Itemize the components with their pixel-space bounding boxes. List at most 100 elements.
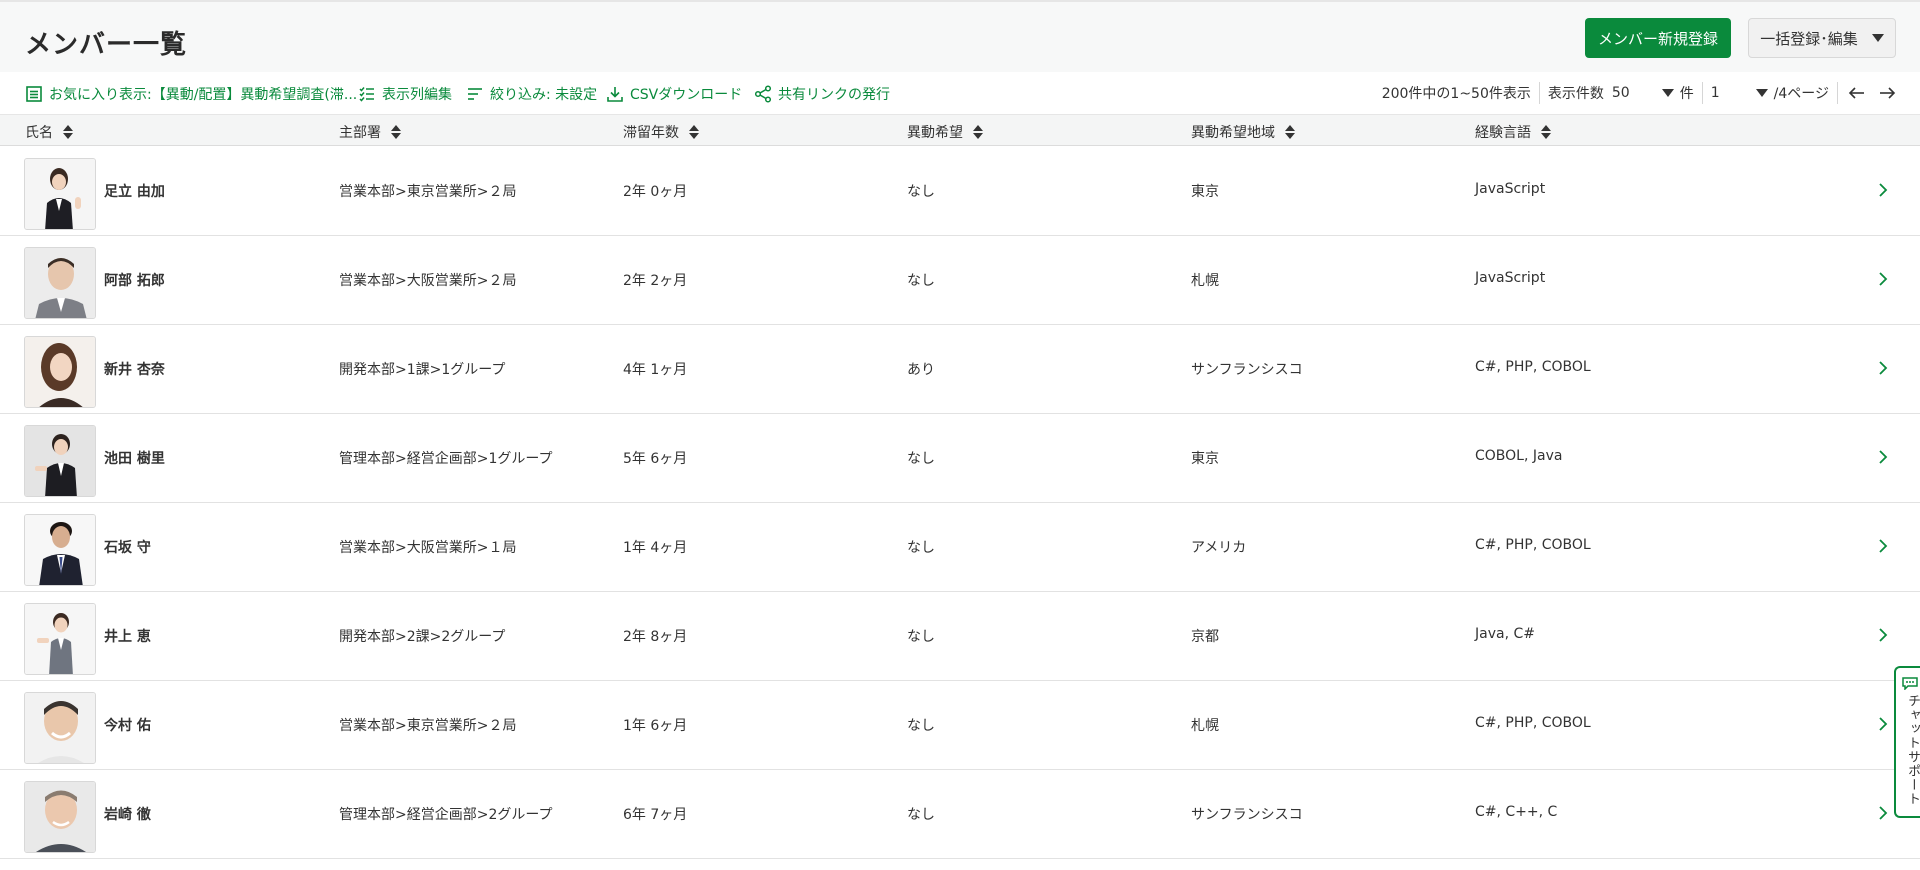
table-header: 氏名 主部署 滞留年数 異動希望 異動希望地域 経験言語 [0,114,1920,146]
column-label: 異動希望 [907,125,963,141]
caret-down-icon [1871,34,1884,42]
member-years: 5年 6ヶ月 [623,451,688,467]
member-transfer: なし [907,184,935,200]
column-label: 異動希望地域 [1191,125,1275,141]
member-area: 東京 [1191,184,1219,200]
table-row[interactable]: 新井 杏奈 開発本部>1課>1グループ 4年 1ヶ月 あり サンフランシスコ C… [0,325,1920,414]
chevron-right-icon[interactable] [1876,715,1890,733]
member-years: 4年 1ヶ月 [623,362,688,378]
avatar [24,247,96,319]
member-transfer: なし [907,807,935,823]
column-header-transfer[interactable]: 異動希望 [907,122,983,142]
member-dept: 営業本部>東京営業所>２局 [339,184,517,200]
member-dept: 管理本部>経営企画部>1グループ [339,451,553,467]
sort-icon [63,125,73,139]
member-name: 石坂 守 [104,540,151,556]
table-row[interactable]: 石坂 守 営業本部>大阪営業所>１局 1年 4ヶ月 なし アメリカ C#, PH… [0,503,1920,592]
list-toolbar: お気に入り表示:【異動/配置】異動希望調査(滞... 表示列編集 絞り込み: 未… [0,72,1920,114]
member-dept: 開発本部>2課>2グループ [339,629,506,645]
page-total: /4ページ [1773,86,1829,102]
per-page-select[interactable]: 50 件 [1612,83,1694,103]
table-row[interactable]: 今村 佑 営業本部>東京営業所>２局 1年 6ヶ月 なし 札幌 C#, PHP,… [0,681,1920,770]
member-dept: 営業本部>大阪営業所>２局 [339,273,517,289]
chevron-right-icon[interactable] [1876,448,1890,466]
filter-label: 絞り込み: 未設定 [490,87,598,103]
new-member-button[interactable]: メンバー新規登録 [1585,18,1731,58]
column-header-languages[interactable]: 経験言語 [1475,122,1551,142]
member-dept: 開発本部>1課>1グループ [339,362,506,378]
bulk-edit-dropdown[interactable]: 一括登録･編集 [1748,18,1896,58]
column-label: 滞留年数 [623,125,679,141]
page-header: メンバー一覧 メンバー新規登録 一括登録･編集 [0,0,1920,72]
chevron-right-icon[interactable] [1876,270,1890,288]
column-header-years[interactable]: 滞留年数 [623,122,699,142]
avatar [24,603,96,675]
column-header-area[interactable]: 異動希望地域 [1191,122,1295,142]
chat-support-label: チャットサポート [1905,694,1920,806]
page-select[interactable]: 1 /4ページ [1711,83,1829,103]
next-page-button[interactable] [1876,83,1898,103]
member-name: 岩崎 徹 [104,807,151,823]
member-years: 1年 4ヶ月 [623,540,688,556]
arrow-right-icon [1880,87,1896,99]
filter-link[interactable]: 絞り込み: 未設定 [466,84,597,104]
member-area: 札幌 [1191,273,1219,289]
divider [1538,82,1540,104]
member-name: 井上 恵 [104,629,151,645]
table-row[interactable]: 足立 由加 営業本部>東京営業所>２局 2年 0ヶ月 なし 東京 JavaScr… [0,147,1920,236]
chat-support-tab[interactable]: チャットサポート [1894,666,1920,818]
edit-columns-label: 表示列編集 [382,87,452,103]
sort-icon [1285,125,1295,139]
member-transfer: なし [907,718,935,734]
member-languages: C#, PHP, COBOL [1475,359,1591,375]
share-link[interactable]: 共有リンクの発行 [754,84,890,104]
member-name: 新井 杏奈 [104,362,165,378]
table-row[interactable]: 池田 樹里 管理本部>経営企画部>1グループ 5年 6ヶ月 なし 東京 COBO… [0,414,1920,503]
page-value: 1 [1710,85,1720,101]
member-area: 東京 [1191,451,1219,467]
share-label: 共有リンクの発行 [778,87,890,103]
column-header-name[interactable]: 氏名 [25,122,73,142]
avatar [24,158,96,230]
prev-page-button[interactable] [1846,83,1868,103]
favorite-view-link[interactable]: お気に入り表示:【異動/配置】異動希望調査(滞... [25,84,357,104]
column-header-dept[interactable]: 主部署 [339,122,401,142]
chevron-right-icon[interactable] [1876,359,1890,377]
member-area: サンフランシスコ [1191,362,1303,378]
member-area: 札幌 [1191,718,1219,734]
edit-columns-link[interactable]: 表示列編集 [358,84,452,104]
chevron-right-icon[interactable] [1876,804,1890,822]
csv-download-link[interactable]: CSVダウンロード [606,84,742,104]
member-area: アメリカ [1191,540,1247,556]
bulk-edit-label: 一括登録･編集 [1760,29,1858,48]
member-area: 京都 [1191,629,1219,645]
avatar [24,514,96,586]
member-languages: C#, PHP, COBOL [1475,715,1591,731]
member-years: 2年 2ヶ月 [623,273,688,289]
member-name: 今村 佑 [104,718,151,734]
table-row[interactable]: 阿部 拓郎 営業本部>大阪営業所>２局 2年 2ヶ月 なし 札幌 JavaScr… [0,236,1920,325]
chevron-right-icon[interactable] [1876,626,1890,644]
member-transfer: あり [907,362,935,378]
chevron-right-icon[interactable] [1876,537,1890,555]
pagination: 200件中の1~50件表示 表示件数 50 件 1 /4ページ [1382,82,1898,104]
avatar [24,425,96,497]
member-table-body: 足立 由加 営業本部>東京営業所>２局 2年 0ヶ月 なし 東京 JavaScr… [0,147,1920,859]
result-summary: 200件中の1~50件表示 [1381,86,1531,102]
sort-icon [1541,125,1551,139]
filter-icon [468,88,482,100]
download-icon [607,87,623,102]
member-dept: 営業本部>東京営業所>２局 [339,718,517,734]
member-transfer: なし [907,540,935,556]
per-page-value: 50 [1611,85,1630,101]
checklist-icon [359,87,374,102]
member-languages: JavaScript [1475,181,1546,197]
sort-icon [973,125,983,139]
avatar [24,692,96,764]
table-row[interactable]: 岩崎 徹 管理本部>経営企画部>2グループ 6年 7ヶ月 なし サンフランシスコ… [0,770,1920,859]
member-name: 池田 樹里 [104,451,165,467]
table-row[interactable]: 井上 恵 開発本部>2課>2グループ 2年 8ヶ月 なし 京都 Java, C# [0,592,1920,681]
member-years: 2年 8ヶ月 [623,629,688,645]
chevron-right-icon[interactable] [1876,181,1890,199]
member-dept: 営業本部>大阪営業所>１局 [339,540,517,556]
